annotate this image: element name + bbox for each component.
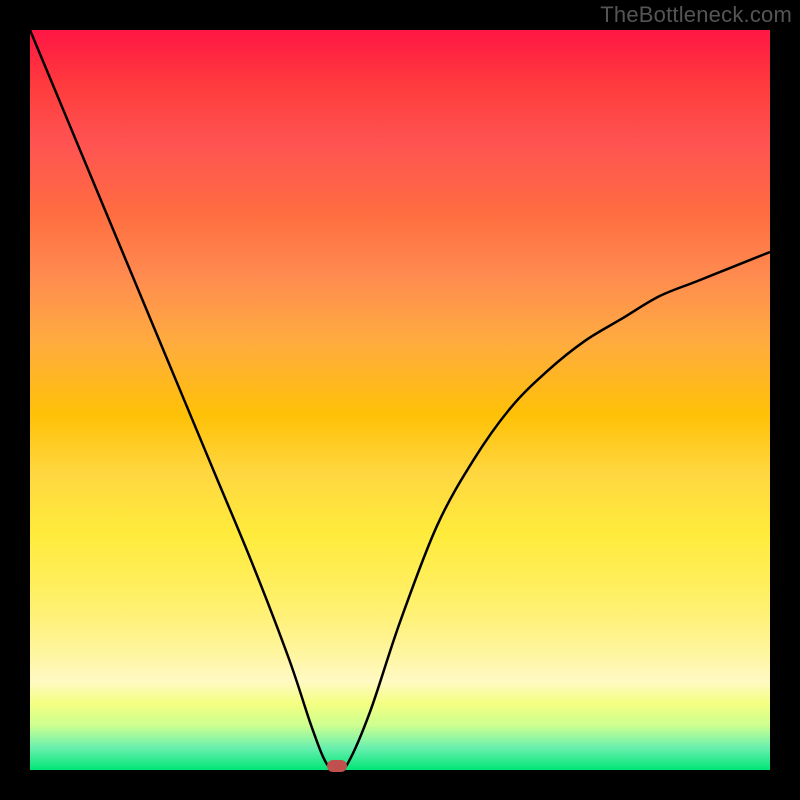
watermark-text: TheBottleneck.com [600,2,792,28]
chart-plot-area [30,30,770,770]
optimum-marker [327,760,347,772]
chart-svg [30,30,770,770]
bottleneck-curve-line [30,30,770,770]
